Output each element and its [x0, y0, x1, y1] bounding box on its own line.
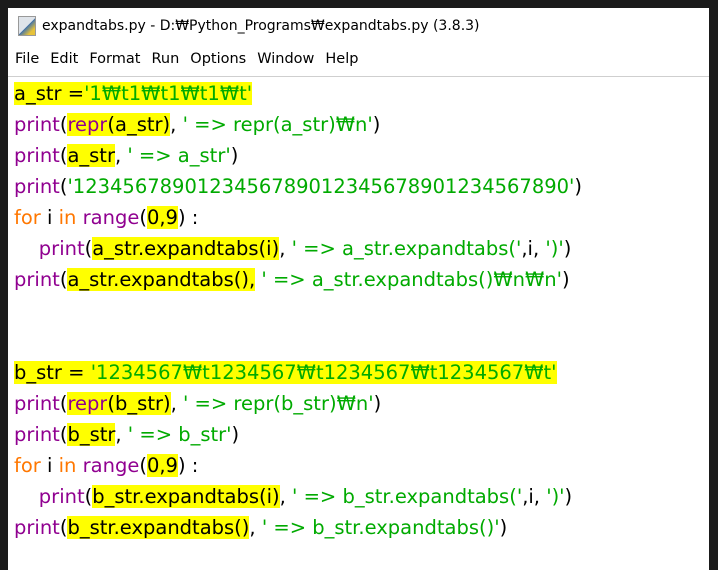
- code-line[interactable]: print(b_str.expandtabs(), ' => b_str.exp…: [14, 512, 582, 543]
- code-token: ): [564, 485, 573, 508]
- code-token: ): [230, 144, 239, 167]
- code-token: ' => repr(b_str)₩n': [183, 392, 374, 415]
- code-token: ,i,: [521, 237, 546, 260]
- code-token: ) :: [177, 454, 199, 477]
- code-line[interactable]: [14, 326, 582, 357]
- code-token: '1234567₩t1234567₩t1234567₩t1234567₩t': [90, 361, 557, 384]
- code-token: print: [14, 392, 60, 415]
- code-token: print: [14, 144, 60, 167]
- code-token: in: [58, 454, 77, 477]
- menu-edit[interactable]: Edit: [50, 51, 78, 67]
- code-token: ): [563, 237, 572, 260]
- code-token: ' => a_str.expandtabs()₩n₩n': [261, 268, 563, 291]
- menu-help[interactable]: Help: [325, 51, 358, 67]
- code-line[interactable]: print(repr(a_str), ' => repr(a_str)₩n'): [14, 109, 582, 140]
- idle-editor-window: expandtabs.py - D:₩Python_Programs₩expan…: [8, 8, 709, 570]
- code-token: ): [372, 113, 381, 136]
- code-token: for: [14, 206, 41, 229]
- code-token: ' => a_str': [127, 144, 231, 167]
- code-token: '123456789012345678901234567890123456789…: [67, 175, 575, 198]
- window-title: expandtabs.py - D:₩Python_Programs₩expan…: [42, 18, 480, 34]
- menu-window[interactable]: Window: [257, 51, 314, 67]
- code-token: (: [139, 206, 147, 229]
- code-token: range: [82, 454, 140, 477]
- code-token: ' => repr(a_str)₩n': [182, 113, 373, 136]
- menu-run[interactable]: Run: [151, 51, 179, 67]
- title-bar: expandtabs.py - D:₩Python_Programs₩expan…: [8, 8, 709, 44]
- code-token: ,: [170, 113, 183, 136]
- code-token: ): [499, 516, 508, 539]
- code-token: ,: [279, 237, 292, 260]
- code-token: print: [14, 423, 60, 446]
- code-line[interactable]: print(b_str.expandtabs(i), ' => b_str.ex…: [14, 481, 582, 512]
- code-token: b_str.expandtabs(i): [92, 485, 280, 508]
- code-editor[interactable]: a_str ='1₩t1₩t1₩t1₩t' print(repr(a_str), …: [14, 78, 582, 543]
- code-line[interactable]: a_str ='1₩t1₩t1₩t1₩t': [14, 78, 582, 109]
- code-token: ,i,: [522, 485, 547, 508]
- code-token: ): [231, 423, 240, 446]
- code-token: print: [38, 237, 85, 260]
- code-line[interactable]: print(b_str, ' => b_str'): [14, 419, 582, 450]
- menu-bar: File Edit Format Run Options Window Help: [8, 46, 709, 72]
- code-token: ,: [170, 392, 183, 415]
- code-token: print: [14, 175, 60, 198]
- code-token: (b_str): [107, 392, 171, 415]
- code-line[interactable]: print(a_str.expandtabs(i), ' => a_str.ex…: [14, 233, 582, 264]
- code-token: b_str =: [14, 361, 91, 384]
- code-line[interactable]: print(a_str, ' => a_str'): [14, 140, 582, 171]
- code-token: range: [82, 206, 140, 229]
- code-token: b_str.expandtabs(): [67, 516, 250, 539]
- code-token: ' => b_str': [127, 423, 232, 446]
- code-token: 0,9: [146, 206, 178, 229]
- code-token: repr: [67, 392, 108, 415]
- code-token: ' => b_str.expandtabs(': [292, 485, 523, 508]
- code-token: ): [373, 392, 382, 415]
- code-line[interactable]: b_str = '1234567₩t1234567₩t1234567₩t1234…: [14, 357, 582, 388]
- code-token: '1₩t1₩t1₩t1₩t': [84, 82, 253, 105]
- code-token: (a_str): [107, 113, 171, 136]
- code-token: print: [14, 516, 60, 539]
- code-token: ,: [249, 516, 262, 539]
- code-token: print: [14, 113, 60, 136]
- code-token: ): [562, 268, 570, 291]
- code-token: i: [40, 206, 59, 229]
- code-token: print: [14, 268, 60, 291]
- menu-options[interactable]: Options: [190, 51, 246, 67]
- code-line[interactable]: for i in range(0,9) :: [14, 450, 582, 481]
- code-token: print: [38, 485, 85, 508]
- code-line[interactable]: print('123456789012345678901234567890123…: [14, 171, 582, 202]
- code-token: a_str.expandtabs(i): [92, 237, 280, 260]
- menu-file[interactable]: File: [15, 51, 39, 67]
- code-token: for: [14, 454, 41, 477]
- code-token: in: [58, 206, 77, 229]
- code-token: ,: [115, 423, 128, 446]
- code-token: ' => b_str.expandtabs()': [261, 516, 500, 539]
- code-token: i: [40, 454, 59, 477]
- code-token: repr: [67, 113, 108, 136]
- code-token: ): [574, 175, 583, 198]
- code-line[interactable]: print(a_str.expandtabs(), ' => a_str.exp…: [14, 264, 582, 295]
- code-line[interactable]: for i in range(0,9) :: [14, 202, 582, 233]
- menu-format[interactable]: Format: [89, 51, 140, 67]
- code-token: ) :: [177, 206, 199, 229]
- code-token: a_str =: [14, 82, 85, 105]
- code-token: (: [139, 454, 147, 477]
- code-token: b_str: [67, 423, 116, 446]
- code-token: a_str: [67, 144, 115, 167]
- code-token: 0,9: [146, 454, 178, 477]
- code-token: ')': [546, 485, 565, 508]
- code-token: a_str.expandtabs(),: [67, 268, 256, 291]
- code-token: ' => a_str.expandtabs(': [291, 237, 522, 260]
- menu-divider: [8, 76, 709, 77]
- code-line[interactable]: [14, 295, 582, 326]
- code-token: ,: [114, 144, 128, 167]
- code-token: ,: [279, 485, 293, 508]
- python-file-icon: [18, 16, 36, 36]
- code-token: ')': [545, 237, 564, 260]
- code-line[interactable]: print(repr(b_str), ' => repr(b_str)₩n'): [14, 388, 582, 419]
